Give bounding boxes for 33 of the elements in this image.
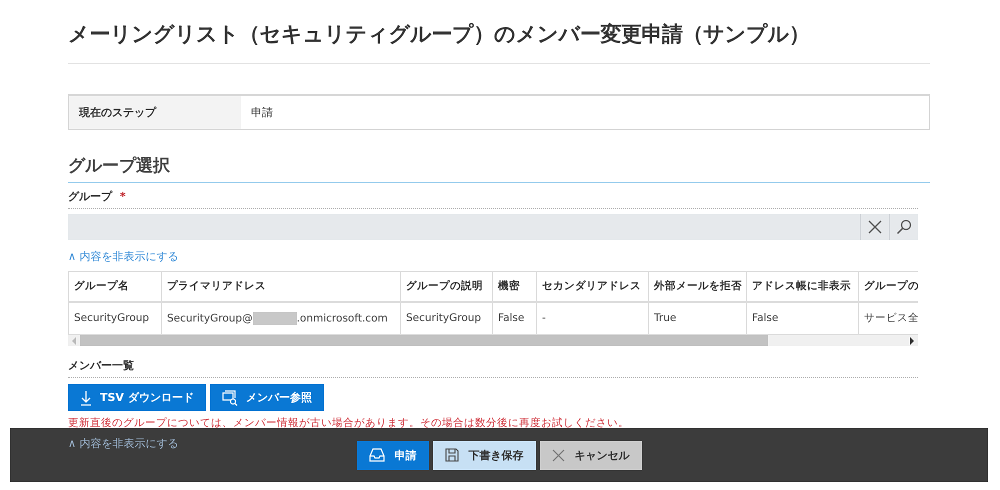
field-label: メンバー一覧 <box>68 359 134 372</box>
collapse-link[interactable]: ∧ 内容を非表示にする <box>68 250 179 263</box>
scroll-left-icon[interactable] <box>71 336 77 344</box>
download-icon <box>80 390 92 406</box>
close-icon <box>552 448 564 462</box>
submit-button[interactable]: 申請 <box>356 440 428 470</box>
warning-message: 更新直後のグループについては、メンバー情報が古い場合があります。その場合は数分後に再度お試しください。 <box>68 416 630 430</box>
column-header: グループの説明 <box>400 272 492 302</box>
column-header: セカンダリアドレス <box>536 272 648 302</box>
column-header: グループ名 <box>68 272 162 302</box>
inbox-icon <box>368 448 384 462</box>
member-lookup-button[interactable]: メンバー参照 <box>210 384 324 411</box>
save-draft-button[interactable]: 下書き保存 <box>432 440 536 470</box>
cancel-button[interactable]: キャンセル <box>540 440 642 470</box>
step-label: 現在のステップ <box>69 96 241 129</box>
field-label: グループ <box>68 190 112 203</box>
close-icon <box>868 220 882 234</box>
section-heading: グループ選択 <box>68 154 930 183</box>
column-header: 外部メールを拒否 <box>648 272 746 302</box>
column-header: アドレス帳に非表示 <box>746 272 858 302</box>
column-header: 機密 <box>492 272 536 302</box>
address-text: .onmicrosoft.com <box>296 312 388 324</box>
column-header: プライマリアドレス <box>162 272 400 302</box>
collapse-link[interactable]: ∧ 内容を非表示にする <box>68 437 179 450</box>
page-title: メーリングリスト（セキュリティグループ）のメンバー変更申請（サンプル） <box>68 21 810 48</box>
required-mark: * <box>120 190 126 203</box>
save-icon <box>444 448 458 462</box>
search-icon <box>896 219 912 235</box>
step-value: 申請 <box>251 105 273 120</box>
address-text: SecurityGroup@ <box>167 312 253 324</box>
scroll-right-icon[interactable] <box>909 336 915 344</box>
window-search-icon <box>222 390 238 406</box>
download-button[interactable]: TSV ダウンロード <box>68 384 206 411</box>
